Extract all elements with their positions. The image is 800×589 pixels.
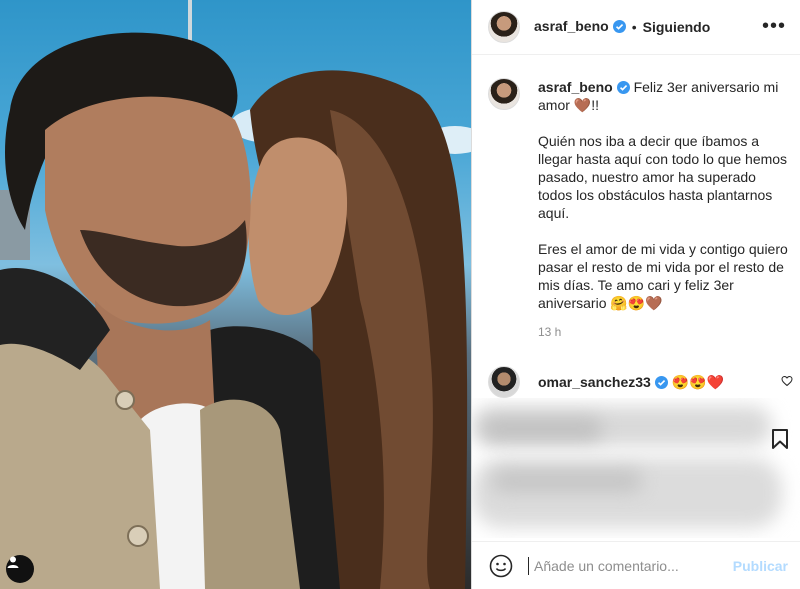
post-photo[interactable]	[0, 0, 471, 589]
verified-icon	[616, 81, 630, 94]
comment-text: 😍😍❤️	[671, 373, 725, 390]
caption-avatar[interactable]	[488, 78, 520, 110]
photo-illustration	[0, 0, 471, 589]
caption-text: Feliz 3er aniversario mi amor 🤎!! Quién …	[538, 79, 788, 311]
verified-icon	[612, 20, 626, 33]
emoji-icon[interactable]	[488, 553, 514, 579]
comment-body: omar_sanchez33 😍😍❤️	[538, 374, 724, 391]
caption-body: asraf_beno Feliz 3er aniversario mi amor…	[538, 78, 788, 312]
avatar[interactable]	[488, 11, 520, 43]
author-username[interactable]: asraf_beno	[534, 18, 609, 34]
more-icon[interactable]: •••	[762, 15, 786, 38]
post-sidebar: asraf_beno • Siguiendo ••• asraf_beno Fe…	[471, 0, 800, 589]
commenter-avatar[interactable]	[488, 366, 520, 398]
following-button[interactable]: Siguiendo	[643, 19, 711, 35]
text-cursor	[528, 556, 529, 575]
add-comment-bar: Publicar	[472, 541, 800, 589]
blurred-block	[492, 470, 642, 492]
separator-dot: •	[631, 19, 637, 35]
blurred-block	[482, 418, 602, 440]
publish-button[interactable]: Publicar	[733, 558, 788, 574]
bookmark-icon[interactable]	[770, 428, 790, 450]
blurred-comments	[472, 398, 800, 538]
post-timestamp[interactable]: 13 h	[538, 325, 788, 339]
post-caption: asraf_beno Feliz 3er aniversario mi amor…	[488, 78, 788, 339]
comment-row: omar_sanchez33 😍😍❤️	[488, 366, 793, 398]
user-tag-icon[interactable]	[6, 555, 34, 583]
comment-input[interactable]	[532, 556, 726, 575]
blurred-block	[472, 458, 782, 528]
verified-icon	[654, 375, 668, 389]
author-username-wrap: asraf_beno	[534, 18, 626, 36]
heart-icon[interactable]	[781, 375, 793, 387]
post-header: asraf_beno • Siguiendo •••	[472, 0, 800, 55]
commenter-username[interactable]: omar_sanchez33	[538, 374, 651, 390]
caption-username[interactable]: asraf_beno	[538, 79, 613, 95]
